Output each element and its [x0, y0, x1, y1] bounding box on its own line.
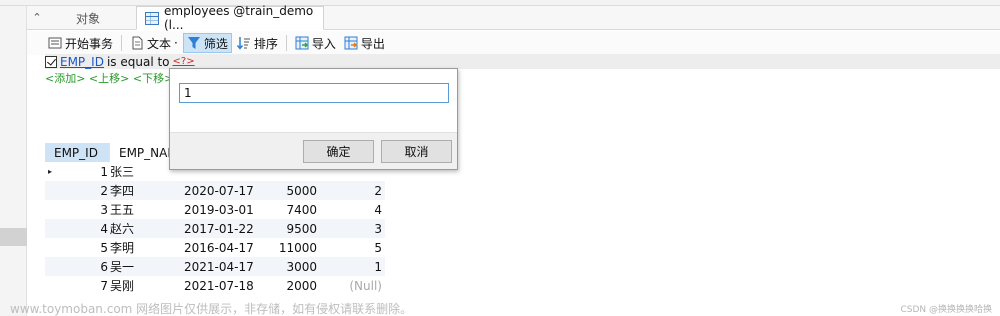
left-gutter [0, 6, 27, 316]
cell-emp-name[interactable]: 李四 [110, 181, 182, 200]
funnel-icon [187, 37, 200, 49]
table-row[interactable]: 3 王五 2019-03-01 7400 4 [45, 200, 385, 219]
cell-dept-id[interactable]: (Null) [320, 276, 385, 295]
cell-dept-id[interactable]: 3 [320, 219, 385, 238]
filter-value-link[interactable]: <?> [173, 56, 195, 67]
transaction-icon [48, 37, 62, 49]
sort-icon [236, 37, 250, 50]
begin-transaction-label: 开始事务 [65, 36, 114, 51]
toolbar-divider [285, 35, 287, 51]
filter-operator[interactable]: is equal to [107, 55, 170, 69]
text-button[interactable]: 文本 · [127, 33, 181, 53]
cell-salary[interactable]: 7400 [257, 200, 320, 219]
filter-condition-row: EMP_ID is equal to <?> [45, 54, 1000, 69]
column-header-emp-id[interactable]: EMP_ID [45, 143, 110, 162]
table-icon [145, 11, 159, 25]
toolbar-divider [121, 35, 123, 51]
cell-emp-id[interactable]: 5 [55, 238, 110, 257]
table-row[interactable]: 4 赵六 2017-01-22 9500 3 [45, 219, 385, 238]
cell-emp-id[interactable]: 6 [55, 257, 110, 276]
import-icon [295, 36, 309, 50]
filter-enabled-checkbox[interactable] [45, 55, 57, 68]
tab-objects[interactable]: 对象 [47, 6, 129, 30]
text-document-icon [132, 36, 143, 50]
tab-employees[interactable]: employees @train_demo (l... [136, 4, 324, 32]
tab-employees-label: employees @train_demo (l... [164, 4, 314, 32]
cell-emp-name[interactable]: 王五 [110, 200, 182, 219]
sort-button[interactable]: 排序 [234, 33, 281, 53]
cell-emp-id[interactable]: 1 [55, 162, 110, 181]
cell-hire-date[interactable]: 2020-07-17 [182, 181, 257, 200]
cell-salary[interactable]: 2000 [257, 276, 320, 295]
cell-hire-date[interactable]: 2017-01-22 [182, 219, 257, 238]
text-button-label: 文本 [147, 36, 172, 51]
filter-actions[interactable]: <添加> <上移> <下移> [45, 70, 173, 86]
cell-emp-name[interactable]: 李明 [110, 238, 182, 257]
cell-dept-id[interactable]: 1 [320, 257, 385, 276]
cell-emp-id[interactable]: 3 [55, 200, 110, 219]
popup-footer: 确定 取消 [170, 132, 457, 169]
watermark-text: www.toymoban.com 网络图片仅供展示，非存储，如有侵权请联系删除。 [10, 302, 413, 316]
cell-dept-id[interactable]: 5 [320, 238, 385, 257]
cell-hire-date[interactable]: 2021-04-17 [182, 257, 257, 276]
cell-emp-id[interactable]: 2 [55, 181, 110, 200]
import-button[interactable]: 导入 [292, 33, 339, 53]
filter-field-link[interactable]: EMP_ID [60, 55, 104, 69]
export-button[interactable]: 导出 [341, 33, 388, 53]
cell-dept-id[interactable]: 4 [320, 200, 385, 219]
filter-button[interactable]: 筛选 [182, 33, 232, 53]
cell-hire-date[interactable]: 2019-03-01 [182, 200, 257, 219]
sort-button-label: 排序 [253, 36, 278, 51]
import-button-label: 导入 [311, 36, 336, 51]
filter-value-input[interactable] [179, 83, 449, 103]
export-button-label: 导出 [360, 36, 385, 51]
cell-hire-date[interactable]: 2016-04-17 [182, 238, 257, 257]
chevron-up-icon[interactable]: ⌃ [27, 6, 47, 29]
ok-button[interactable]: 确定 [303, 140, 374, 163]
cancel-button[interactable]: 取消 [381, 140, 452, 163]
toolbar: 开始事务 文本 · 筛选 排序 导入 导出 [27, 31, 1000, 55]
cell-emp-name[interactable]: 吴刚 [110, 276, 182, 295]
tab-bar: ⌃ 对象 employees @train_demo (l... [27, 4, 1000, 32]
table-row[interactable]: 2 李四 2020-07-17 5000 2 [45, 181, 385, 200]
export-icon [344, 36, 358, 50]
text-button-suffix: · [174, 36, 178, 50]
filter-button-label: 筛选 [203, 36, 228, 51]
cell-emp-name[interactable]: 赵六 [110, 219, 182, 238]
current-row-indicator-icon: ▸ [47, 167, 52, 176]
table-row[interactable]: 6 吴一 2021-04-17 3000 1 [45, 257, 385, 276]
cell-salary[interactable]: 5000 [257, 181, 320, 200]
table-row[interactable]: 7 吴刚 2021-07-18 2000 (Null) [45, 276, 385, 295]
cell-salary[interactable]: 9500 [257, 219, 320, 238]
cell-emp-id[interactable]: 4 [55, 219, 110, 238]
cell-salary[interactable]: 11000 [257, 238, 320, 257]
cell-emp-name[interactable]: 吴一 [110, 257, 182, 276]
cell-hire-date[interactable]: 2021-07-18 [182, 276, 257, 295]
cell-emp-id[interactable]: 7 [55, 276, 110, 295]
begin-transaction-button[interactable]: 开始事务 [45, 33, 116, 53]
tab-objects-label: 对象 [75, 11, 100, 26]
cell-dept-id[interactable]: 2 [320, 181, 385, 200]
filter-value-popup: 确定 取消 [169, 68, 458, 170]
gutter-selection-marker [0, 228, 27, 246]
cell-salary[interactable]: 3000 [257, 257, 320, 276]
credit-text: CSDN @换换换换哈换 [900, 305, 992, 315]
table-row[interactable]: 5 李明 2016-04-17 11000 5 [45, 238, 385, 257]
